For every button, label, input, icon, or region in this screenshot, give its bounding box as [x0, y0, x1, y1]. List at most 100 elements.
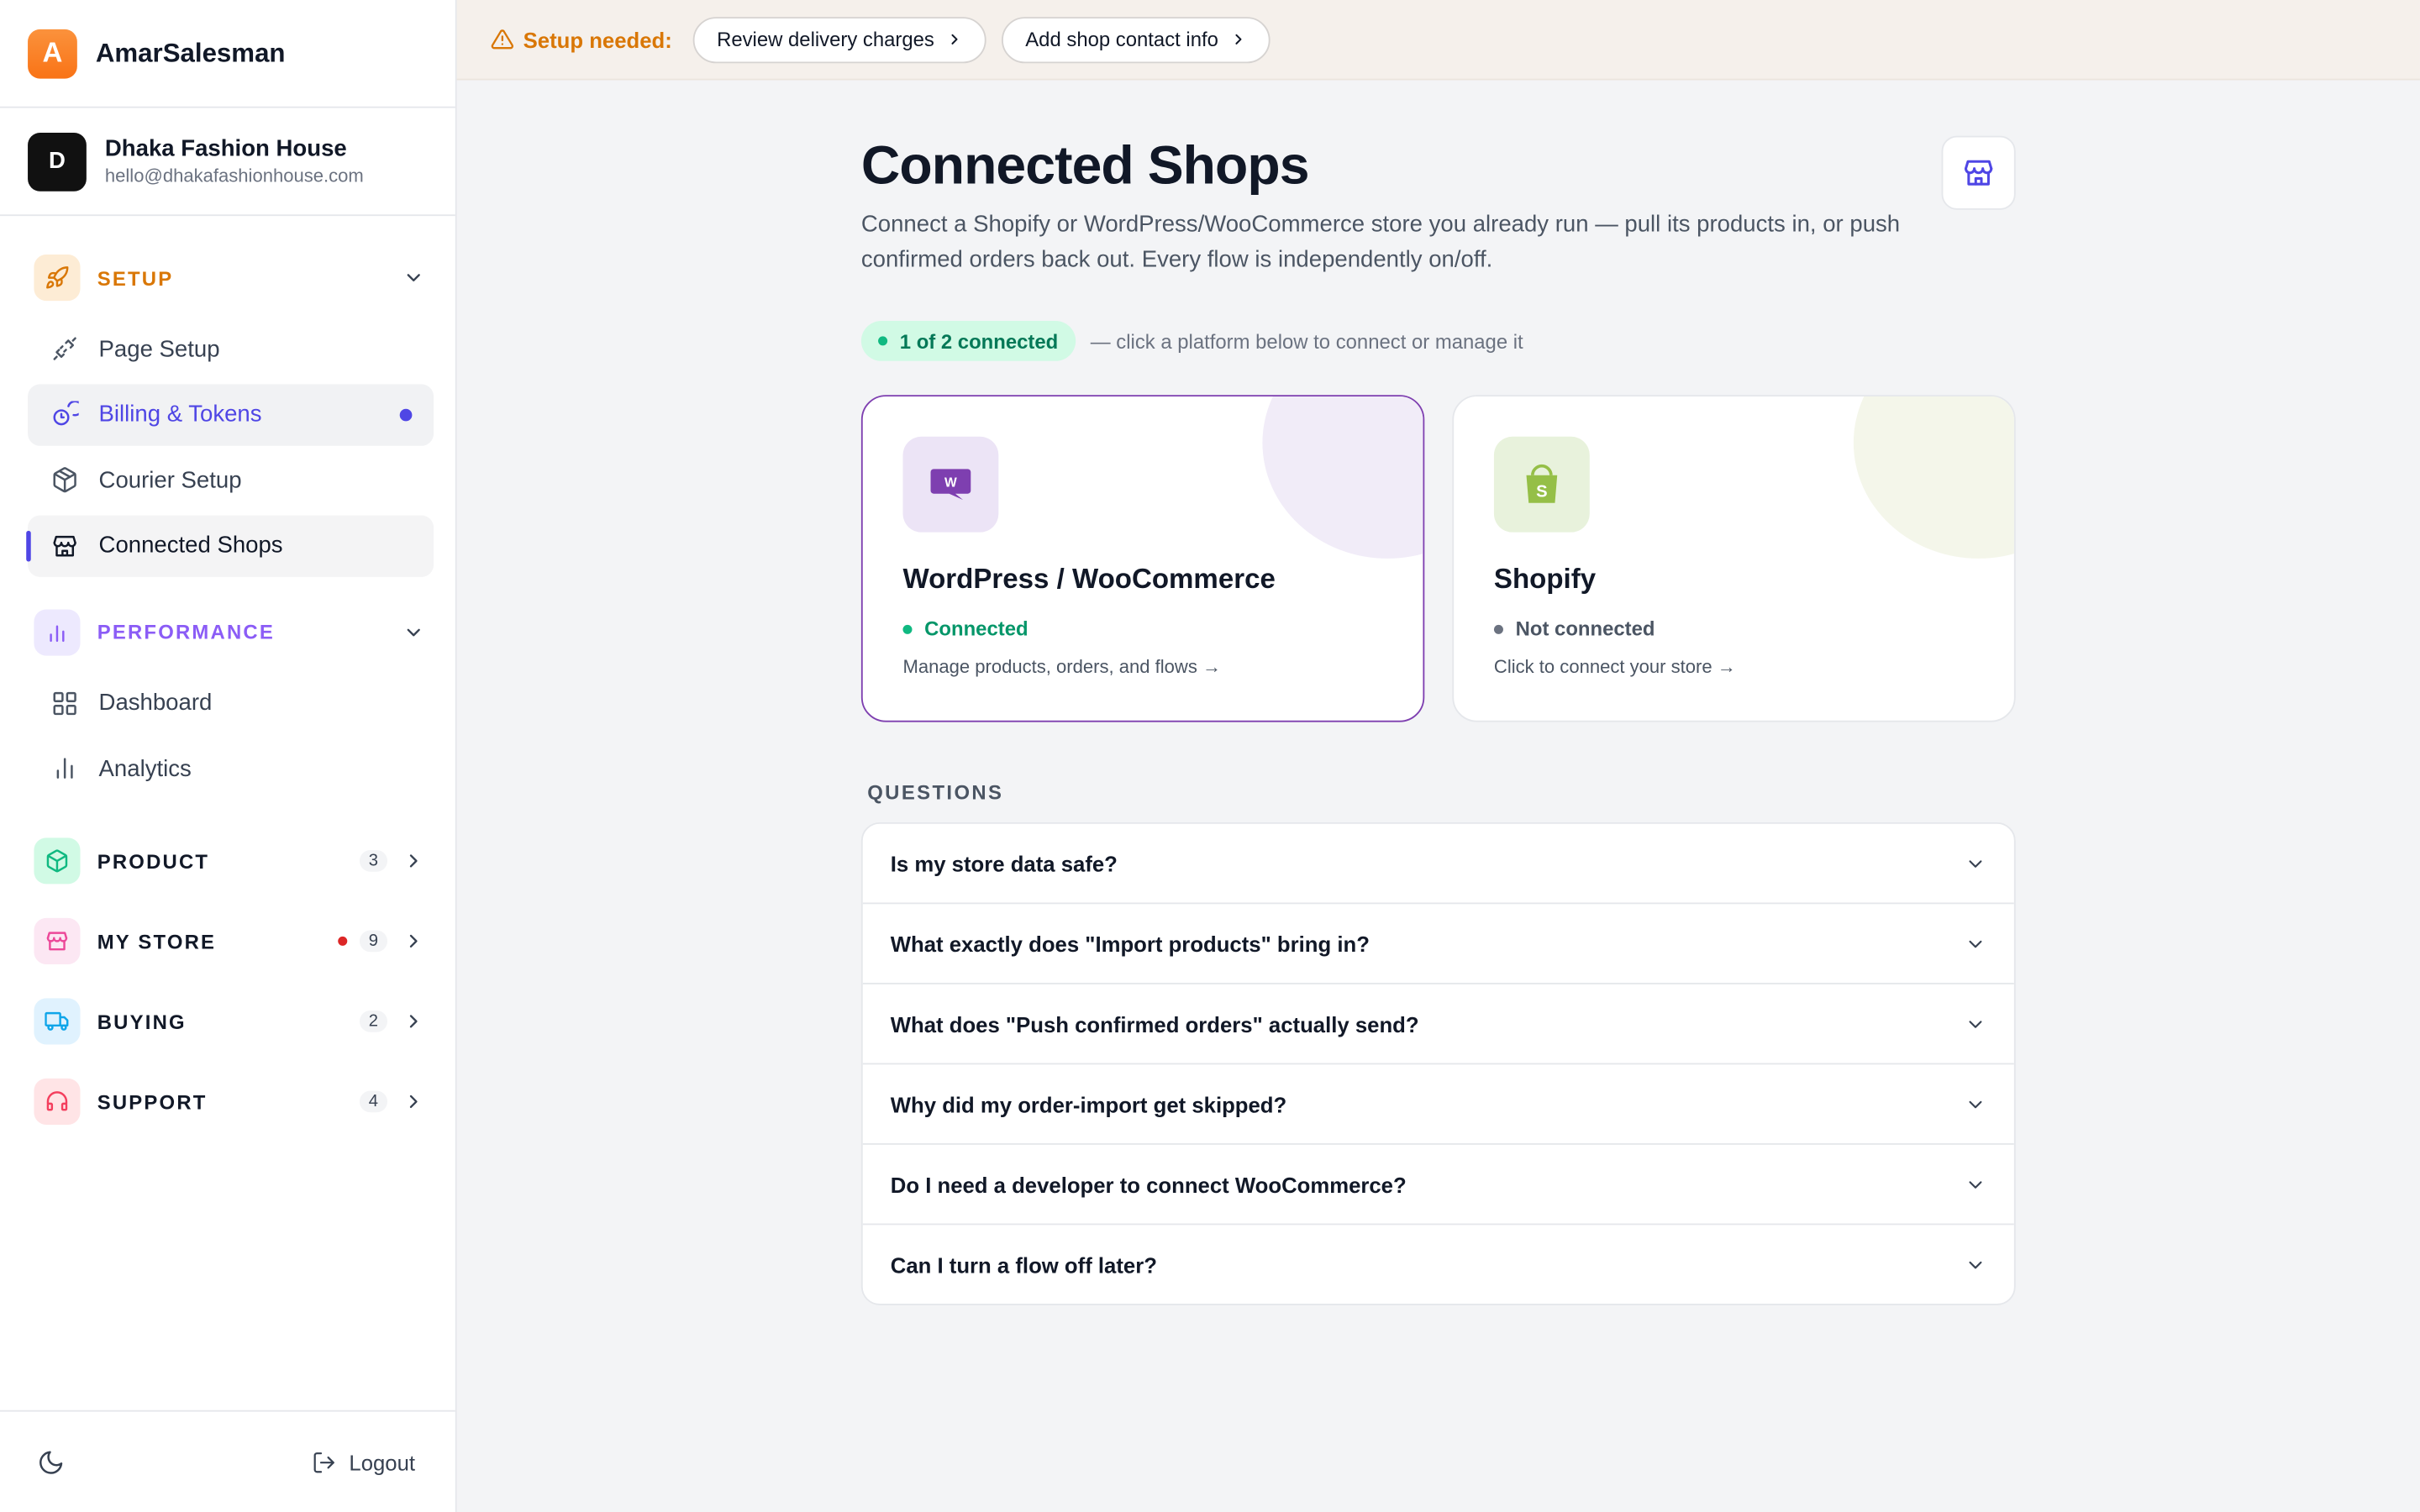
faq-question: Do I need a developer to connect WooComm… — [890, 1171, 1407, 1197]
faq-item[interactable]: Is my store data safe? — [862, 824, 2014, 905]
rocket-icon — [34, 255, 81, 302]
sidebar-item-courier-setup[interactable]: Courier Setup — [28, 449, 434, 510]
sidebar-item-analytics[interactable]: Analytics — [28, 738, 434, 799]
group-performance-label: PERFORMANCE — [97, 620, 276, 643]
sidebar-nav: SETUP Page Setup Billing & Tokens Courie… — [0, 216, 455, 1142]
account-email: hello@dhakafashionhouse.com — [104, 165, 364, 187]
brand-logo: A — [28, 28, 77, 78]
faq-item[interactable]: What exactly does "Import products" brin… — [862, 904, 2014, 984]
card-status: Connected — [902, 617, 1382, 640]
connection-status-row: 1 of 2 connected — click a platform belo… — [860, 321, 2016, 361]
account-switcher[interactable]: D Dhaka Fashion House hello@dhakafashion… — [0, 108, 455, 217]
card-title: Shopify — [1493, 563, 1597, 595]
button-label: Review delivery charges — [717, 28, 934, 51]
faq-item[interactable]: Why did my order-import get skipped? — [862, 1064, 2014, 1145]
faq-heading: QUESTIONS — [867, 780, 1004, 804]
faq-list: Is my store data safe? What exactly does… — [860, 822, 2016, 1305]
bar-chart-icon — [34, 608, 81, 655]
logout-label: Logout — [349, 1449, 416, 1474]
group-buying-label: BUYING — [97, 1010, 187, 1033]
faq-item[interactable]: Can I turn a flow off later? — [863, 1225, 2014, 1304]
card-subtitle: Click to connect your store → — [1493, 655, 1736, 678]
logout-button[interactable]: Logout — [312, 1450, 415, 1474]
status-dot — [902, 623, 913, 633]
review-delivery-charges-button[interactable]: Review delivery charges — [693, 16, 987, 63]
page-title: Connected Shops — [860, 135, 1310, 197]
sidebar-item-dashboard[interactable]: Dashboard — [28, 672, 434, 733]
chevron-right-icon — [400, 847, 428, 874]
card-status-text: Not connected — [1515, 617, 1655, 641]
group-setup-label: SETUP — [97, 265, 174, 290]
store-icon[interactable] — [1941, 135, 2016, 210]
faq-question: What does "Push confirmed orders" actual… — [890, 1011, 1419, 1037]
group-support[interactable]: SUPPORT 4 — [28, 1062, 434, 1142]
truck-icon — [34, 998, 81, 1045]
moon-icon[interactable] — [37, 1448, 65, 1476]
faq-item[interactable]: What does "Push confirmed orders" actual… — [862, 984, 2014, 1065]
sidebar-item-billing[interactable]: Billing & Tokens — [28, 383, 434, 445]
page-description: Connect a Shopify or WordPress/WooCommer… — [860, 211, 1901, 274]
chevron-down-icon — [1965, 1093, 1986, 1115]
brand[interactable]: A AmarSalesman — [0, 0, 455, 108]
status-dot — [878, 336, 888, 346]
setup-needed-bar: Setup needed: Review delivery charges Ad… — [456, 0, 2420, 81]
account-name: Dhaka Fashion House — [104, 135, 347, 162]
chevron-right-icon — [400, 927, 428, 955]
faq-question: Is my store data safe? — [890, 850, 1118, 876]
button-label: Add shop contact info — [1025, 28, 1218, 51]
logout-icon — [312, 1450, 336, 1474]
faq-item[interactable]: Do I need a developer to connect WooComm… — [862, 1145, 2014, 1226]
chevron-down-icon — [1965, 932, 1986, 954]
add-shop-contact-info-button[interactable]: Add shop contact info — [1002, 16, 1271, 63]
chevron-down-icon — [1965, 1173, 1986, 1195]
sidebar-item-label: Billing & Tokens — [98, 401, 262, 428]
card-subtitle: Manage products, orders, and flows → — [902, 655, 1222, 678]
store-icon — [50, 530, 81, 561]
box-icon — [34, 837, 81, 885]
group-my-store[interactable]: MY STORE 9 — [28, 901, 434, 982]
status-dot — [1493, 623, 1503, 633]
chevron-down-icon — [400, 264, 428, 291]
woocommerce-logo-icon: W — [902, 436, 999, 533]
status-hint: — click a platform below to connect or m… — [1090, 329, 1523, 353]
decorative-blob — [1853, 396, 2014, 559]
shopify-logo-icon: S — [1493, 436, 1590, 533]
store-icon — [34, 917, 81, 964]
chevron-right-icon — [400, 1088, 428, 1116]
chevron-down-icon — [1965, 1253, 1986, 1275]
sidebar-item-label: Courier Setup — [98, 466, 242, 493]
svg-text:W: W — [944, 475, 957, 490]
plug-icon — [50, 333, 81, 365]
avatar: D — [28, 132, 87, 191]
sidebar-footer: Logout — [0, 1410, 455, 1512]
card-title: WordPress / WooCommerce — [902, 563, 1276, 595]
faq-question: What exactly does "Import products" brin… — [890, 931, 1370, 956]
group-product[interactable]: PRODUCT 3 — [28, 821, 434, 901]
sidebar-item-label: Connected Shops — [98, 532, 283, 559]
status-pill-text: 1 of 2 connected — [899, 329, 1059, 353]
sidebar-item-label: Analytics — [98, 755, 192, 782]
group-performance[interactable]: PERFORMANCE — [28, 598, 434, 666]
brand-name: AmarSalesman — [95, 37, 286, 67]
alert-dot — [338, 936, 348, 946]
page-header: Connected Shops Connect a Shopify or Wor… — [861, 81, 2016, 278]
grid-icon — [50, 687, 81, 718]
setup-needed-label: Setup needed: — [491, 27, 672, 52]
chevron-down-icon — [1965, 853, 1986, 874]
setup-needed-text: Setup needed: — [523, 27, 672, 52]
count-badge: 2 — [359, 1011, 388, 1032]
notification-dot — [399, 407, 413, 421]
shopify-card[interactable]: S Shopify Not connected Click to connect… — [1452, 395, 2016, 722]
headset-icon — [34, 1078, 81, 1125]
group-setup[interactable]: SETUP — [28, 244, 434, 312]
page-content: Connected Shops Connect a Shopify or Wor… — [860, 81, 2016, 1305]
sidebar: A AmarSalesman D Dhaka Fashion House hel… — [0, 0, 457, 1512]
group-support-label: SUPPORT — [97, 1089, 208, 1114]
sidebar-item-connected-shops[interactable]: Connected Shops — [26, 514, 434, 577]
sidebar-item-page-setup[interactable]: Page Setup — [28, 318, 434, 379]
warning-icon — [491, 28, 514, 51]
group-buying[interactable]: BUYING 2 — [28, 981, 434, 1062]
woocommerce-card[interactable]: W WordPress / WooCommerce Connected Mana… — [860, 395, 1425, 722]
count-badge: 9 — [359, 930, 388, 953]
package-icon — [50, 465, 81, 496]
